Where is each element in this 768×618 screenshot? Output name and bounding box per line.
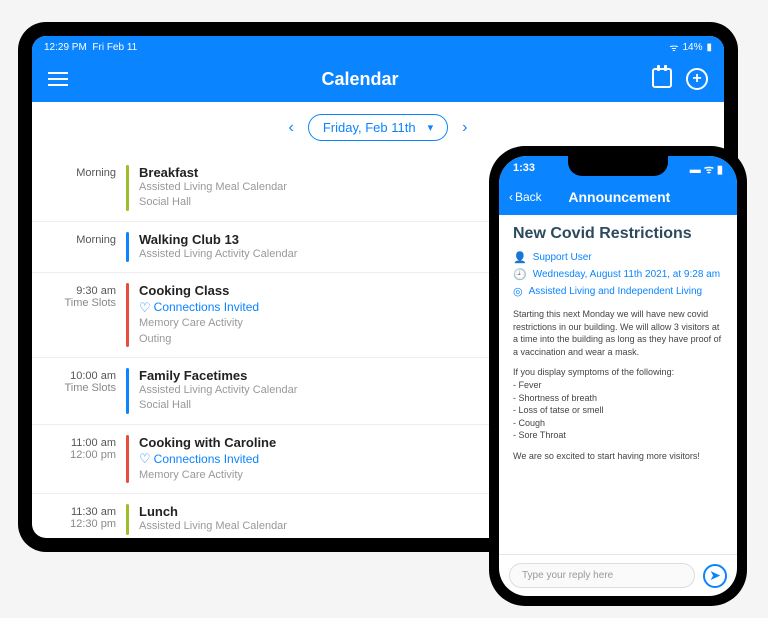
phone-header: ‹ Back Announcement <box>499 183 737 215</box>
event-color-bar <box>126 435 129 483</box>
clock-icon: 🕘 <box>513 268 527 281</box>
notch <box>568 156 668 176</box>
phone-screen: 1:33 ▬ ᯤ ▮ ‹ Back Announcement New Covid… <box>499 156 737 596</box>
battery-icon: ▮ <box>706 42 712 53</box>
event-time: 9:30 amTime Slots <box>52 283 126 347</box>
event-color-bar <box>126 368 129 414</box>
battery-pct: 14% <box>682 42 702 53</box>
event-color-bar <box>126 232 129 262</box>
event-time: 10:00 amTime Slots <box>52 368 126 414</box>
heart-icon: ♡ <box>139 301 151 314</box>
calendar-icon[interactable] <box>652 68 672 88</box>
event-color-bar <box>126 283 129 347</box>
event-time: Morning <box>52 232 126 262</box>
next-day-button[interactable]: › <box>462 119 467 137</box>
ann-sym: - Loss of tatse or smell <box>513 404 723 417</box>
date-selector[interactable]: Friday, Feb 11th ▾ <box>308 114 448 141</box>
ann-p3: We are so excited to start having more v… <box>513 450 723 463</box>
event-color-bar <box>126 165 129 211</box>
announcement-body: New Covid Restrictions 👤 Support User 🕘 We… <box>499 215 737 554</box>
page-title: Calendar <box>321 69 398 90</box>
announcement-title: New Covid Restrictions <box>513 225 723 243</box>
status-date: Fri Feb 11 <box>92 42 137 53</box>
ann-sym: - Cough <box>513 417 723 430</box>
reply-input[interactable]: Type your reply here <box>509 563 695 588</box>
wifi-icon: ᯤ <box>669 40 678 54</box>
phone-page-title: Announcement <box>512 189 727 205</box>
phone-status-icons: ▬ ᯤ ▮ <box>690 162 723 177</box>
prev-day-button[interactable]: ‹ <box>289 119 294 137</box>
chevron-down-icon: ▾ <box>428 121 434 134</box>
selected-date: Friday, Feb 11th <box>323 120 416 135</box>
user-icon: 👤 <box>513 251 527 264</box>
event-time: 11:30 am12:30 pm <box>52 504 126 534</box>
tablet-status-bar: 12:29 PM Fri Feb 11 ᯤ 14% ▮ <box>32 36 724 58</box>
event-time: 11:00 am12:00 pm <box>52 435 126 483</box>
date-navigation: ‹ Friday, Feb 11th ▾ › <box>32 102 724 149</box>
ann-sym: - Fever <box>513 379 723 392</box>
event-color-bar <box>126 504 129 534</box>
announcement-location: Assisted Living and Independent Living <box>529 286 702 297</box>
ann-sym: - Shortness of breath <box>513 392 723 405</box>
location-icon: ◎ <box>513 285 523 298</box>
reply-bar: Type your reply here ➤ <box>499 554 737 596</box>
phone-device: 1:33 ▬ ᯤ ▮ ‹ Back Announcement New Covid… <box>489 146 747 606</box>
tablet-header: Calendar <box>32 58 724 102</box>
status-time: 12:29 PM <box>44 42 87 53</box>
add-icon[interactable] <box>686 68 708 90</box>
ann-p1: Starting this next Monday we will have n… <box>513 308 723 358</box>
ann-sym: - Sore Throat <box>513 429 723 442</box>
announcement-author: Support User <box>533 252 592 263</box>
ann-p2: If you display symptoms of the following… <box>513 366 723 379</box>
announcement-text: Starting this next Monday we will have n… <box>513 308 723 463</box>
send-button[interactable]: ➤ <box>703 564 727 588</box>
announcement-date: Wednesday, August 11th 2021, at 9:28 am <box>533 269 720 280</box>
menu-icon[interactable] <box>48 72 68 86</box>
phone-time: 1:33 <box>513 162 535 177</box>
heart-icon: ♡ <box>139 452 151 465</box>
event-time: Morning <box>52 165 126 211</box>
